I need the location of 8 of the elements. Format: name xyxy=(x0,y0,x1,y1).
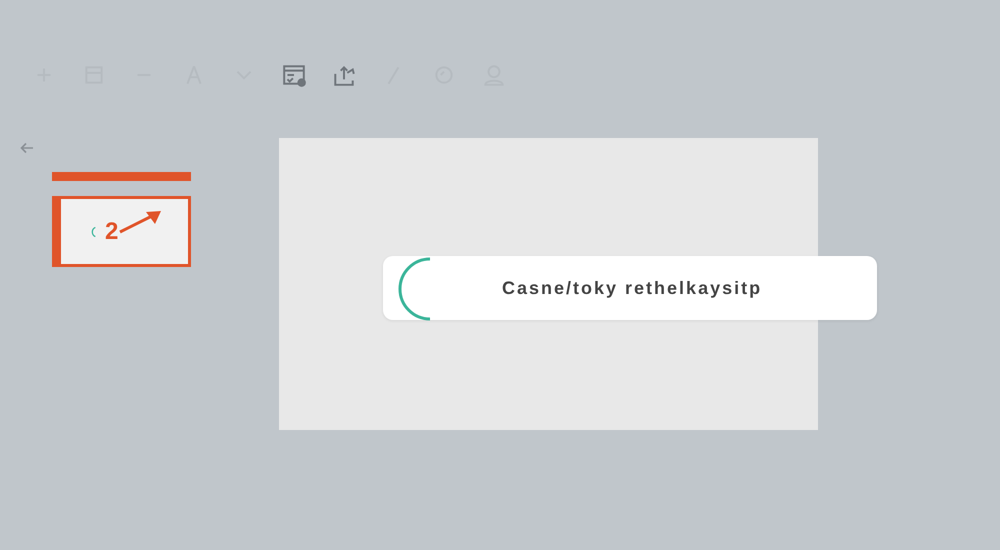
slide-number: 2 xyxy=(105,220,118,244)
spinner-icon xyxy=(398,256,432,320)
back-arrow-icon[interactable] xyxy=(20,142,34,154)
form-icon[interactable] xyxy=(282,63,306,87)
share-icon[interactable] xyxy=(332,63,356,87)
toast-message: Casne/toky rethelkaysitp xyxy=(502,278,762,298)
arrow-icon xyxy=(118,210,162,234)
slide-thumbnail[interactable]: 2 xyxy=(52,196,191,267)
